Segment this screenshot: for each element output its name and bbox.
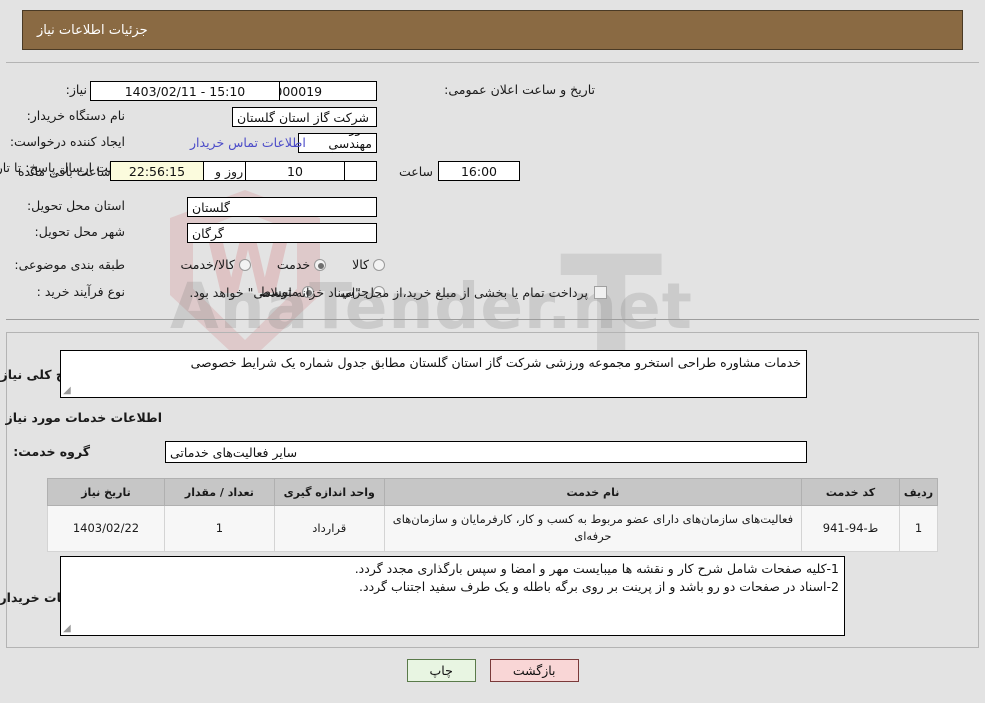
description-text: خدمات مشاوره طراحی استخرو مجموعه ورزشی ش… [190, 355, 801, 370]
process-label-wrap: نوع فرآیند خرید : [37, 284, 125, 299]
page-root: W T AnaTender.net جزئیات اطلاعات نیاز شم… [0, 0, 985, 703]
buyer-contact-link[interactable]: اطلاعات تماس خریدار [190, 135, 306, 150]
radio-icon[interactable] [314, 258, 327, 271]
page-title-bar: جزئیات اطلاعات نیاز [22, 10, 963, 50]
countdown-timer-value: 22:56:15 [110, 161, 204, 181]
category-option-kala[interactable]: کالا [352, 257, 385, 272]
requester-value: محمدمهدی شم آبادی امور مهندسی شرکت گاز ا… [298, 133, 377, 153]
radio-icon[interactable] [373, 258, 385, 271]
buyer-org-label-wrap: نام دستگاه خریدار: [27, 108, 125, 123]
requester-label-wrap: ایجاد کننده درخواست: [10, 134, 125, 149]
col-qty: تعداد / مقدار [163, 478, 275, 506]
service-group-label: گروه خدمت: [13, 444, 90, 459]
province-label: استان محل تحویل: [26, 198, 125, 213]
cell-unit: قرارداد [273, 505, 385, 552]
buyer-notes-textarea[interactable]: 1-کلیه صفحات شامل شرح کار و نقشه ها میبا… [60, 556, 845, 636]
description-textarea[interactable]: خدمات مشاوره طراحی استخرو مجموعه ورزشی ش… [60, 350, 807, 398]
requester-label: ایجاد کننده درخواست: [9, 134, 125, 149]
page-title: جزئیات اطلاعات نیاز [37, 22, 148, 38]
category-option-label: خدمت [276, 257, 311, 272]
col-name: نام خدمت [383, 478, 803, 506]
cell-code: ط-94-941 [801, 505, 901, 552]
cell-index: 1 [899, 505, 938, 552]
category-option-label: کالا [352, 257, 369, 272]
footer-buttons: بازگشت چاپ [0, 659, 985, 682]
category-option-label: کالا/خدمت [180, 257, 235, 272]
category-label-wrap: طبقه بندی موضوعی: [14, 257, 125, 272]
city-label-wrap: شهر محل تحویل: [35, 224, 125, 239]
announce-label: تاریخ و ساعت اعلان عمومی: [444, 82, 595, 97]
buyer-org-value: شرکت گاز استان گلستان [232, 107, 377, 127]
resize-grip-icon[interactable]: ◣ [63, 385, 73, 396]
category-option-khedmat[interactable]: خدمت [276, 257, 327, 272]
category-radio-group: کالا خدمت کالا/خدمت [158, 257, 385, 272]
buyer-note-line: 2-اسناد در صفحات دو رو باشد و از پرینت ب… [359, 579, 839, 595]
table-row: 1 ط-94-941 فعالیت‌های سازمان‌های دارای ع… [47, 505, 938, 552]
print-button[interactable]: چاپ [406, 659, 476, 682]
table-header-row: ردیف کد خدمت نام خدمت واحد اندازه گیری ت… [47, 478, 938, 506]
province-label-wrap: استان محل تحویل: [27, 198, 125, 213]
buyer-org-label: نام دستگاه خریدار: [26, 108, 125, 123]
resize-grip-icon[interactable]: ◣ [63, 623, 73, 634]
radio-icon[interactable] [238, 258, 251, 271]
treasury-note-label: پرداخت تمام یا بخشی از مبلغ خرید،از محل … [189, 285, 588, 300]
back-button[interactable]: بازگشت [489, 659, 579, 682]
col-date: تاریخ نیاز [47, 478, 165, 506]
buyer-note-line: 1-کلیه صفحات شامل شرح کار و نقشه ها میبا… [354, 561, 839, 576]
col-code: کد خدمت [801, 478, 901, 506]
announce-label-wrap: تاریخ و ساعت اعلان عمومی: [444, 82, 595, 97]
col-unit: واحد اندازه گیری [273, 478, 385, 506]
services-table: ردیف کد خدمت نام خدمت واحد اندازه گیری ت… [47, 478, 938, 552]
remaining-hours-label: ساعت باقی مانده [18, 164, 111, 179]
announce-value: 1403/02/11 - 15:10 [90, 81, 280, 101]
cell-name: فعالیت‌های سازمان‌های دارای عضو مربوط به… [383, 505, 803, 552]
days-label: روز و [215, 164, 244, 179]
cell-date: 1403/02/22 [47, 505, 165, 552]
process-label: نوع فرآیند خرید : [36, 284, 125, 299]
services-section-title: اطلاعات خدمات مورد نیاز [5, 410, 163, 425]
remaining-days-value: 10 [245, 161, 345, 181]
province-value: گلستان [187, 197, 377, 217]
col-index: ردیف [899, 478, 938, 506]
category-option-kala-khedmat[interactable]: کالا/خدمت [180, 257, 251, 272]
category-label: طبقه بندی موضوعی: [14, 257, 125, 272]
treasury-checkbox[interactable] [594, 286, 607, 299]
hour-label: ساعت [398, 164, 433, 179]
cell-quantity: 1 [163, 505, 275, 552]
city-label: شهر محل تحویل: [34, 224, 125, 239]
deadline-time-value: 16:00 [438, 161, 520, 181]
city-value: گرگان [187, 223, 377, 243]
treasury-note-wrap: پرداخت تمام یا بخشی از مبلغ خرید،از محل … [189, 285, 607, 300]
service-group-value: سایر فعالیت‌های خدماتی [165, 441, 807, 463]
